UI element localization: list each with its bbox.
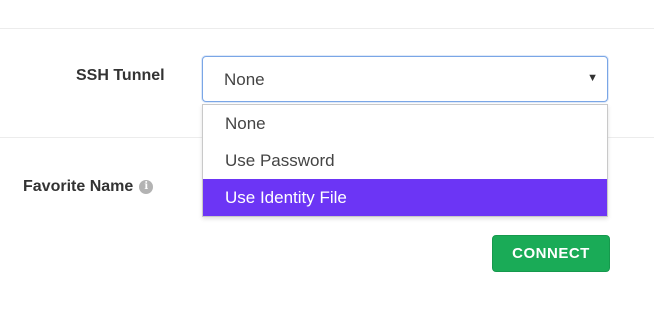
info-icon[interactable]: i — [139, 180, 154, 194]
ssh-option-use-identity-file[interactable]: Use Identity File — [203, 179, 607, 216]
ssh-option-use-password[interactable]: Use Password — [203, 142, 607, 179]
favorite-name-label: Favorite Name i — [23, 178, 154, 196]
ssh-tunnel-select[interactable]: None ▼ — [202, 56, 608, 102]
ssh-tunnel-label: SSH Tunnel — [76, 67, 165, 84]
ssh-tunnel-dropdown: None Use Password Use Identity File — [202, 104, 608, 217]
divider — [0, 28, 654, 29]
connect-button[interactable]: CONNECT — [492, 235, 610, 272]
chevron-down-icon: ▼ — [587, 72, 598, 84]
connection-form: SSH Tunnel None ▼ None Use Password Use … — [0, 0, 654, 321]
ssh-tunnel-selected-value: None — [224, 70, 265, 89]
favorite-name-label-text: Favorite Name — [23, 178, 134, 195]
ssh-option-none[interactable]: None — [203, 105, 607, 142]
